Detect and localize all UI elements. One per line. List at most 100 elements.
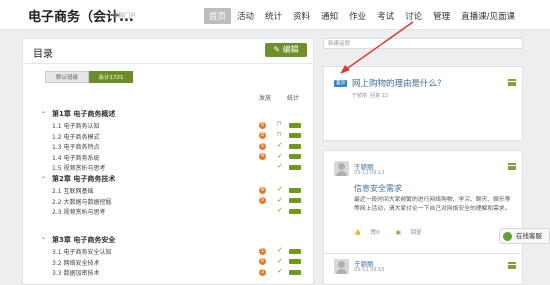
nav-notices[interactable]: 通知 bbox=[316, 8, 343, 24]
section-number: 3.3 bbox=[52, 270, 62, 277]
stats-bar[interactable] bbox=[289, 259, 301, 264]
check-icon[interactable]: ✓ bbox=[277, 267, 283, 275]
section-name: 互联网基础 bbox=[63, 188, 94, 195]
section-item[interactable]: 2.1 互联网基础 bbox=[52, 186, 93, 195]
pinned-topic-title[interactable]: 网上购物的理由是什么? bbox=[352, 77, 442, 89]
discussion-post-card-2[interactable]: 于颖丽 03-12 09:55 bbox=[323, 253, 523, 285]
course-portal-link[interactable]: 课程门户 bbox=[112, 11, 136, 20]
section-item[interactable]: 2.2 大数据与数据挖掘 bbox=[52, 197, 111, 206]
nav-homework[interactable]: 作业 bbox=[344, 8, 371, 24]
nav-activities[interactable]: 活动 bbox=[232, 8, 259, 24]
section-item[interactable]: 3.1 电子商务安全认知 bbox=[52, 247, 111, 256]
section-count-badge: 4 bbox=[259, 186, 266, 194]
pinned-topic-meta: 于颖丽 回复 22 bbox=[352, 92, 388, 99]
chapter-heading[interactable]: ⌃ 第2章 电子商务技术 bbox=[41, 174, 115, 184]
stats-bar[interactable] bbox=[289, 143, 301, 149]
class-tabs: 默认班级 会计1721 bbox=[45, 71, 133, 83]
nav-home[interactable]: 首页 bbox=[204, 8, 232, 24]
nav-materials[interactable]: 资料 bbox=[288, 8, 315, 24]
nav-exams[interactable]: 考试 bbox=[372, 8, 399, 24]
reply-label: 回复 bbox=[410, 230, 422, 236]
stats-bar[interactable] bbox=[289, 154, 301, 159]
nav-discussion[interactable]: 讨论 bbox=[400, 8, 427, 24]
section-count-badge: 6 bbox=[259, 258, 266, 265]
menu-icon[interactable] bbox=[508, 262, 516, 269]
publish-flag-icon[interactable]: ⊓ bbox=[277, 131, 282, 138]
section-number: 2.3 bbox=[52, 209, 62, 216]
stats-bar[interactable] bbox=[289, 208, 301, 214]
check-icon[interactable]: ✓ bbox=[277, 206, 283, 214]
section-count-badge: 3 bbox=[259, 268, 266, 276]
stats-bar[interactable] bbox=[289, 122, 301, 128]
section-item[interactable]: 1.1 电子商务认知 bbox=[52, 121, 99, 130]
section-item[interactable]: 1.2 电子商务模式 bbox=[52, 132, 99, 141]
section-item[interactable]: 1.5 视频赏析与思考 bbox=[52, 163, 105, 172]
section-name: 电子商务安全认知 bbox=[63, 249, 112, 256]
section-name: 电子商务特点 bbox=[63, 144, 100, 151]
column-header-stats: 统计 bbox=[287, 95, 300, 102]
reply-button[interactable]: ▣ 回复 bbox=[396, 228, 430, 236]
edit-button[interactable]: ✎ 编辑 bbox=[265, 43, 307, 57]
section-item[interactable]: 3.2 网络安全技术 bbox=[52, 258, 99, 267]
section-item[interactable]: 2.3 视频赏析与思考 bbox=[52, 207, 105, 216]
check-icon[interactable]: ✓ bbox=[277, 196, 283, 204]
reply-icon: ▣ bbox=[395, 230, 401, 236]
avatar bbox=[334, 161, 349, 176]
check-icon[interactable]: ✓ bbox=[277, 152, 283, 160]
stats-bar[interactable] bbox=[289, 133, 301, 138]
stats-bar[interactable] bbox=[289, 187, 301, 193]
menu-icon[interactable] bbox=[508, 79, 516, 86]
chevron-up-icon[interactable]: ⌃ bbox=[41, 176, 46, 183]
menu-icon[interactable] bbox=[508, 163, 516, 170]
section-name: 大数据与数据挖掘 bbox=[63, 198, 112, 206]
edit-icon: ✎ bbox=[273, 45, 283, 54]
section-item[interactable]: 1.4 电子商务系统 bbox=[52, 153, 99, 162]
online-service-button[interactable]: 在线客服 bbox=[499, 228, 550, 244]
post-date: 03-12 09:55 bbox=[354, 267, 385, 273]
section-number: 2.2 bbox=[52, 198, 62, 206]
section-item[interactable]: 1.3 电子商务特点 bbox=[52, 142, 99, 151]
pinned-badge: 置顶 bbox=[334, 80, 347, 87]
stats-bar[interactable] bbox=[289, 164, 301, 170]
catalog-panel: 目录 ✎ 编辑 默认班级 会计1721 发放 统计 ⌃ 第1章 电子商务概述 1.1… bbox=[22, 38, 314, 285]
section-name: 视频赏析与思考 bbox=[63, 209, 106, 216]
pinned-replies: 回复 22 bbox=[370, 93, 389, 99]
publish-flag-icon[interactable]: ⊓ bbox=[277, 120, 282, 127]
check-icon[interactable]: ✓ bbox=[277, 141, 283, 149]
section-name: 电子商务系统 bbox=[63, 154, 100, 162]
post-body: 最近一段时间大家频繁的进行网络购物、学习、聊天、娱乐等等网上活动，请大家讨论一下… bbox=[354, 197, 511, 212]
post-title[interactable]: 信息安全需求 bbox=[354, 183, 402, 194]
chapter-heading[interactable]: ⌃ 第1章 电子商务概述 bbox=[41, 109, 115, 119]
section-number: 3.1 bbox=[52, 249, 62, 256]
section-item[interactable]: 3.3 数据加密技术 bbox=[52, 268, 99, 277]
new-topic-input[interactable]: 新建话题 bbox=[323, 38, 523, 49]
chevron-up-icon[interactable]: ⌃ bbox=[41, 237, 46, 244]
check-icon[interactable]: ✓ bbox=[277, 185, 283, 193]
tab-accounting-1721[interactable]: 会计1721 bbox=[89, 71, 133, 83]
stats-bar[interactable] bbox=[289, 269, 301, 275]
check-icon[interactable]: ✓ bbox=[277, 162, 283, 170]
section-count-badge: 5 bbox=[259, 197, 266, 204]
section-name: 数据加密技术 bbox=[63, 270, 100, 277]
chapter-title: 第2章 电子商务技术 bbox=[52, 175, 116, 183]
catalog-divider bbox=[23, 63, 313, 64]
pinned-topic-card[interactable]: 置顶 网上购物的理由是什么? 于颖丽 回复 22 bbox=[323, 66, 523, 141]
section-number: 1.5 bbox=[52, 165, 62, 172]
like-button[interactable]: 👍 赞0 bbox=[354, 228, 388, 236]
section-number: 1.4 bbox=[52, 154, 62, 162]
chapter-title: 第3章 电子商务安全 bbox=[52, 236, 116, 244]
chapter-heading[interactable]: ⌃ 第3章 电子商务安全 bbox=[41, 235, 115, 245]
check-icon[interactable]: ✓ bbox=[277, 246, 283, 254]
check-icon[interactable]: ✓ bbox=[277, 257, 283, 265]
section-name: 网络安全技术 bbox=[63, 259, 100, 267]
nav-manage[interactable]: 管理 bbox=[428, 8, 455, 24]
chevron-up-icon[interactable]: ⌃ bbox=[41, 111, 46, 118]
nav-live-class[interactable]: 直播课/见面课 bbox=[456, 8, 520, 24]
stats-bar[interactable] bbox=[289, 248, 301, 254]
section-number: 2.1 bbox=[52, 188, 62, 195]
stats-bar[interactable] bbox=[289, 198, 301, 203]
section-name: 电子商务认知 bbox=[63, 123, 100, 130]
nav-statistics[interactable]: 统计 bbox=[260, 8, 287, 24]
section-count-badge: 8 bbox=[259, 121, 266, 129]
tab-default-class[interactable]: 默认班级 bbox=[45, 71, 89, 83]
